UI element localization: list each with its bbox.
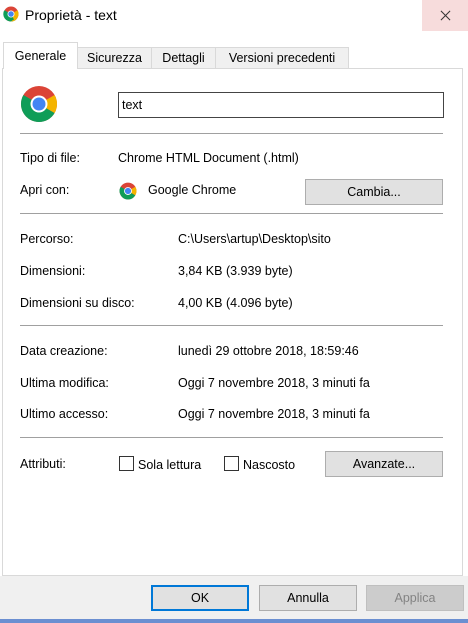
general-tab-panel — [2, 68, 463, 576]
size-value: 3,84 KB (3.939 byte) — [178, 264, 293, 278]
hidden-checkbox[interactable] — [224, 456, 239, 471]
created-label: Data creazione: — [20, 344, 108, 358]
size-on-disk-label: Dimensioni su disco: — [20, 296, 135, 310]
location-value: C:\Users\artup\Desktop\sito — [178, 232, 331, 246]
modified-value: Oggi 7 novembre 2018, 3 minuti fa — [178, 376, 370, 390]
change-button[interactable]: Cambia... — [305, 179, 443, 205]
advanced-button[interactable]: Avanzate... — [325, 451, 443, 477]
tab-label: Generale — [14, 49, 67, 63]
tab-dettagli[interactable]: Dettagli — [151, 47, 216, 68]
tab-label: Dettagli — [162, 51, 205, 65]
title-bar: Proprietà - text — [0, 0, 468, 31]
ok-button[interactable]: OK — [151, 585, 249, 611]
open-with-value: Google Chrome — [148, 183, 237, 197]
tab-label: Sicurezza — [87, 51, 142, 65]
size-label: Dimensioni: — [20, 264, 86, 278]
chrome-icon — [20, 86, 58, 123]
cancel-button[interactable]: Annulla — [259, 585, 357, 611]
created-value: lunedì 29 ottobre 2018, 18:59:46 — [178, 344, 359, 358]
readonly-checkbox[interactable] — [119, 456, 134, 471]
open-with-label: Apri con: — [20, 183, 70, 197]
tab-generale[interactable]: Generale — [3, 42, 78, 69]
size-on-disk-value: 4,00 KB (4.096 byte) — [178, 296, 293, 310]
apply-button: Applica — [366, 585, 464, 611]
tab-label: Versioni precedenti — [228, 51, 336, 65]
file-type-value: Chrome HTML Document (.html) — [118, 151, 299, 165]
attributes-label: Attributi: — [20, 457, 66, 471]
file-type-label: Tipo di file: — [20, 151, 80, 165]
window-title: Proprietà - text — [25, 7, 117, 23]
file-name-input[interactable] — [118, 92, 444, 118]
chrome-icon — [119, 182, 137, 200]
modified-label: Ultima modifica: — [20, 376, 109, 390]
accessed-value: Oggi 7 novembre 2018, 3 minuti fa — [178, 407, 370, 421]
divider — [20, 437, 443, 438]
accessed-label: Ultimo accesso: — [20, 407, 109, 421]
location-label: Percorso: — [20, 232, 74, 246]
chrome-icon — [3, 6, 19, 22]
tab-sicurezza[interactable]: Sicurezza — [77, 47, 152, 68]
readonly-label[interactable]: Sola lettura — [138, 457, 201, 473]
hidden-label[interactable]: Nascosto — [243, 457, 295, 473]
divider — [20, 213, 443, 214]
taskbar-edge — [0, 619, 468, 623]
divider — [20, 133, 443, 134]
close-button[interactable] — [422, 0, 468, 31]
tab-versioni-precedenti[interactable]: Versioni precedenti — [215, 47, 349, 68]
divider — [20, 325, 443, 326]
